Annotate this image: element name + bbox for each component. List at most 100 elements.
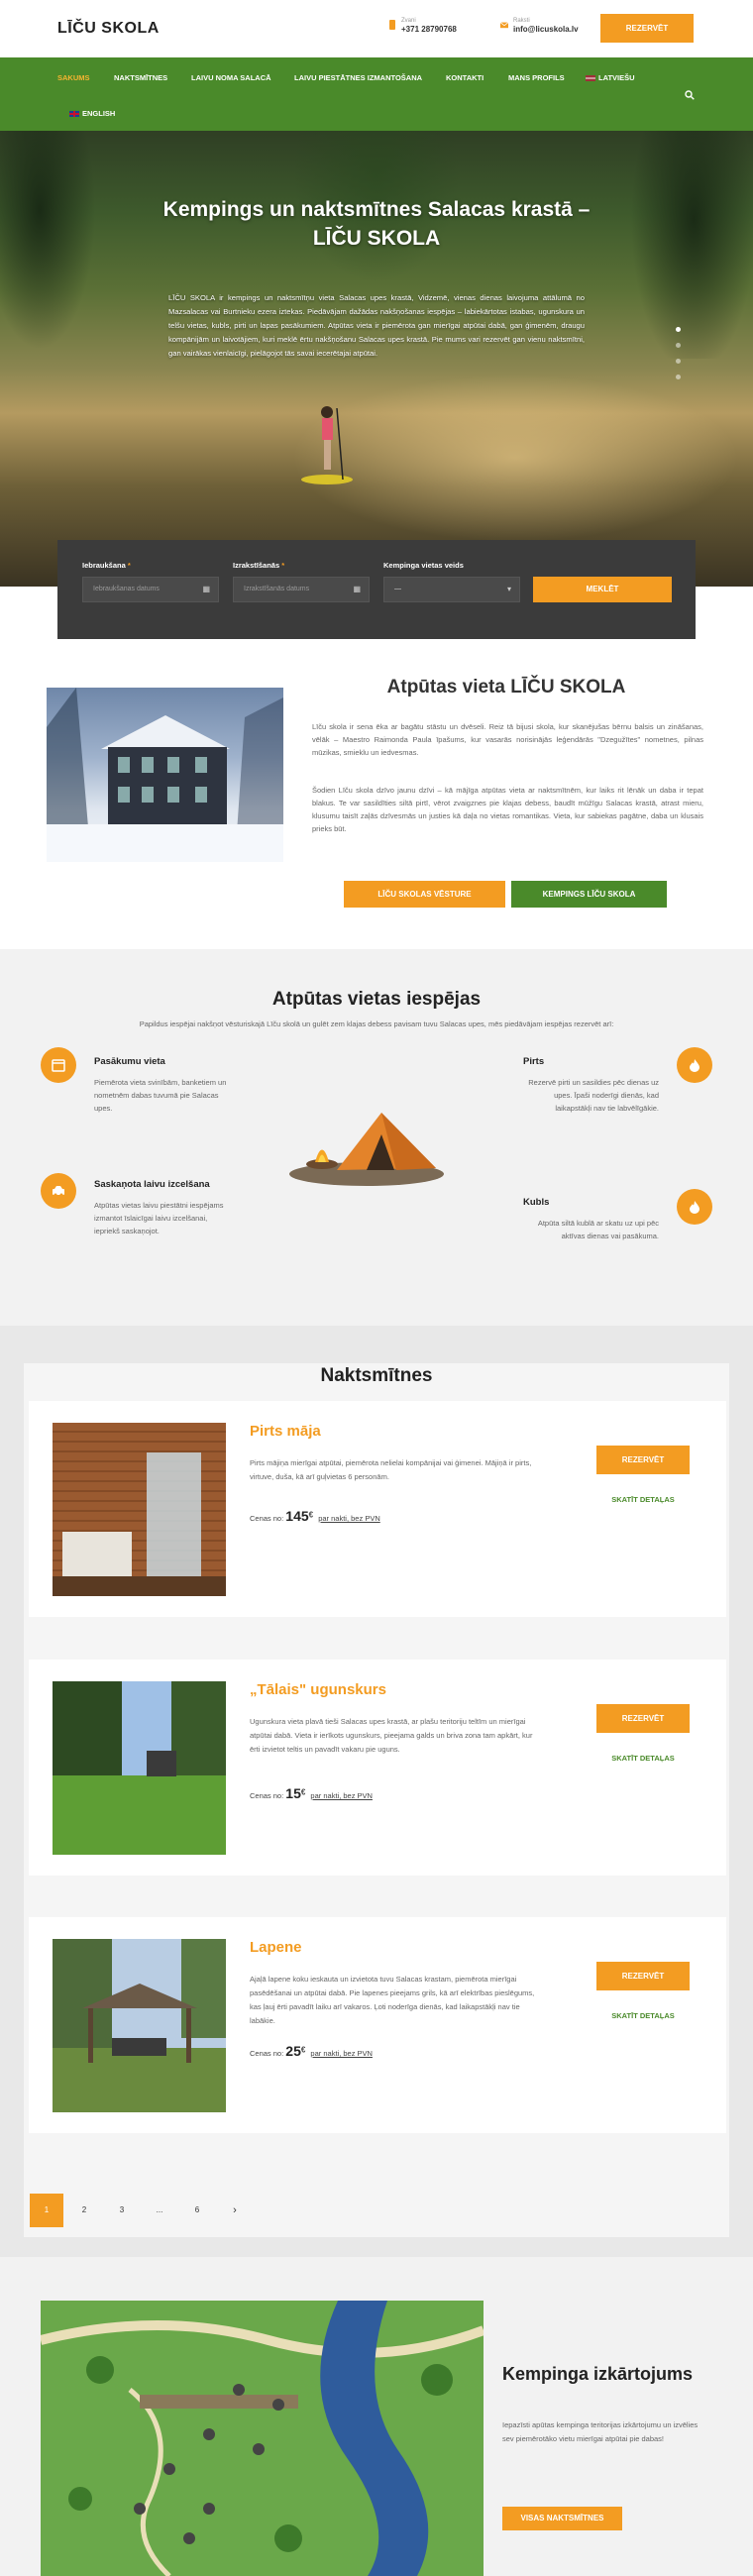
pagination-page[interactable]: 6 [180, 2194, 214, 2227]
camping-button[interactable]: KEMPINGS LĪČU SKOLA [511, 881, 667, 908]
school-building-photo [47, 688, 283, 862]
card-title[interactable]: „Tālais" ugunskurs [250, 1681, 386, 1698]
feature-icon-badge [41, 1047, 76, 1083]
currency-symbol: € [300, 2045, 306, 2055]
camp-type-select[interactable]: — ▾ [383, 577, 520, 602]
card-title[interactable]: Lapene [250, 1939, 302, 1956]
chevron-down-icon: ▾ [506, 585, 511, 593]
camp-map[interactable] [41, 2301, 484, 2576]
camp-layout-section: Kempinga izkārtojums Iepazīsti apūtas ke… [0, 2257, 753, 2576]
accommodation-card: „Tālais" ugunskurs Ugunskura vieta plavā… [29, 1660, 726, 1876]
price-unit: par nakti, bez PVN [310, 1791, 373, 1800]
map-title: Kempinga izkārtojums [502, 2364, 694, 2384]
accommodation-card: Lapene Ajaļā lapene koku ieskauta un izv… [29, 1917, 726, 2133]
currency-symbol: € [308, 1510, 314, 1520]
pagination-next-icon[interactable]: › [218, 2194, 252, 2227]
card-reserve-button[interactable]: REZERVĒT [596, 1962, 690, 1990]
currency-symbol: € [300, 1787, 306, 1797]
nav-item-profile[interactable]: MANS PROFILS [508, 73, 565, 82]
calendar-icon: ▦ [202, 585, 210, 593]
features-subtitle: Papildus iespējai nakšņot vēsturiskajā L… [139, 1020, 614, 1028]
hero-title: Kempings un naktsmītnes Salacas krastā –… [162, 198, 591, 250]
feature-icon-badge [41, 1173, 76, 1209]
email-address[interactable]: info@licuskola.lv [513, 25, 579, 34]
gazebo-photo[interactable] [53, 1939, 226, 2112]
required-mark: * [127, 561, 131, 570]
lang-lv[interactable]: LATVIEŠU [586, 73, 635, 82]
nav-item-home[interactable]: SAKUMS [57, 73, 90, 82]
latvia-flag-icon [586, 75, 595, 82]
site-logo[interactable]: LĪČU SKOLA [57, 20, 160, 38]
search-icon[interactable] [685, 90, 695, 100]
phone-number[interactable]: +371 28790768 [401, 25, 457, 34]
feature-desc: Atpūtas vietas laivu piestātni iespējams… [94, 1201, 224, 1235]
card-price: Cenas no: 25€ par nakti, bez PVN [250, 2043, 373, 2059]
pagination-page[interactable]: 2 [67, 2194, 101, 2227]
top-header: LĪČU SKOLA Zvani +371 28790768 Raksti in… [0, 0, 753, 57]
checkout-label: Izrakstīšanās * [233, 561, 284, 570]
checkin-field[interactable]: Iebraukšanas datums ▦ [82, 577, 219, 602]
feature-icon-badge [677, 1189, 712, 1225]
hero-text: LĪČU SKOLA ir kempings un naktsmītņu vie… [168, 293, 585, 358]
price-prefix: Cenas no: [250, 1791, 284, 1800]
feature-desc: Rezervē pirti un sasildies pēc dienas uz… [528, 1078, 659, 1113]
nav-item-accommodation[interactable]: NAKTSMĪTNES [114, 73, 167, 82]
phone-icon [389, 20, 395, 30]
nav-item-boat-rental[interactable]: LAIVU NOMA SALACĀ [191, 73, 271, 82]
checkin-label: Iebraukšana * [82, 561, 131, 570]
price-unit: par nakti, bez PVN [318, 1514, 380, 1523]
flame-icon [690, 1201, 699, 1214]
price-value: 145 [285, 1508, 309, 1524]
lang-en[interactable]: ENGLISH [69, 109, 115, 118]
phone-label: Zvani [401, 18, 416, 24]
feature-desc: Atpūta siltā kublā ar skatu uz upi pēc a… [537, 1219, 659, 1240]
card-details-link[interactable]: SKATĪT DETAĻAS [596, 1495, 690, 1504]
price-prefix: Cenas no: [250, 1514, 284, 1523]
slider-dot[interactable] [676, 359, 681, 364]
slider-dot[interactable] [676, 327, 681, 332]
about-title: Atpūtas vieta LĪČU SKOLA [386, 677, 626, 698]
checkout-field[interactable]: Izrakstīšanās datums ▦ [233, 577, 370, 602]
campfire-site-photo[interactable] [53, 1681, 226, 1855]
pagination-page[interactable]: 1 [30, 2194, 63, 2227]
card-details-link[interactable]: SKATĪT DETAĻAS [596, 2011, 690, 2020]
sauna-photo[interactable] [53, 1423, 226, 1596]
map-desc: Iepazīsti apūtas kempinga teritorijas iz… [502, 2420, 699, 2443]
phone-contact[interactable]: Zvani +371 28790768 [388, 18, 457, 34]
tent-campfire-illustration [289, 1113, 444, 1186]
search-submit-button[interactable]: MEKLĒT [533, 577, 672, 602]
pagination-page[interactable]: 3 [105, 2194, 139, 2227]
feature-desc: Piemērota vieta svinībām, banketiem un n… [94, 1078, 227, 1113]
features-title: Atpūtas vietas iespējas [271, 989, 482, 1010]
feature-title: Pirts [523, 1056, 545, 1067]
card-title[interactable]: Pirts māja [250, 1423, 321, 1440]
camp-type-label: Kempinga vietas veids [383, 561, 464, 570]
slider-dot[interactable] [676, 375, 681, 379]
card-reserve-button[interactable]: REZERVĒT [596, 1446, 690, 1474]
feature-title: Pasākumu vieta [94, 1056, 165, 1067]
about-paragraph-2: Šodien Līču skola dzīvo jaunu dzīvi – kā… [312, 786, 703, 833]
card-reserve-button[interactable]: REZERVĒT [596, 1704, 690, 1733]
calendar-icon [52, 1059, 65, 1072]
nav-item-boat-dock[interactable]: LAIVU PIESTĀTNES IZMANTOŠANA [294, 73, 422, 82]
checkout-label-text: Izrakstīšanās [233, 561, 280, 570]
price-value: 15 [285, 1785, 301, 1801]
nav-item-contacts[interactable]: KONTAKTI [446, 73, 484, 82]
card-details-link[interactable]: SKATĪT DETAĻAS [596, 1754, 690, 1763]
required-mark: * [281, 561, 285, 570]
camp-type-value: — [394, 586, 401, 592]
checkin-label-text: Iebraukšana [82, 561, 126, 570]
history-button[interactable]: LĪČU SKOLAS VĒSTURE [344, 881, 505, 908]
email-contact[interactable]: Raksti info@licuskola.lv [500, 18, 579, 34]
camp-map-illustration [41, 2301, 484, 2576]
card-desc: Ugunskura vieta plavā tieši Salacas upes… [250, 1717, 533, 1754]
about-paragraph-1: Līču skola ir sena ēka ar bagātu stāstu … [312, 722, 703, 757]
slider-dot[interactable] [676, 343, 681, 348]
winter-house-illustration [47, 688, 283, 862]
gazebo-illustration [53, 1939, 226, 2112]
card-desc: Ajaļā lapene koku ieskauta un izvietota … [250, 1975, 535, 2025]
all-accommodation-button[interactable]: VISAS NAKTSMĪTNES [502, 2507, 622, 2530]
pagination-ellipsis: ... [156, 2205, 163, 2214]
header-reserve-button[interactable]: REZERVĒT [600, 14, 694, 43]
calendar-icon: ▦ [353, 585, 361, 593]
